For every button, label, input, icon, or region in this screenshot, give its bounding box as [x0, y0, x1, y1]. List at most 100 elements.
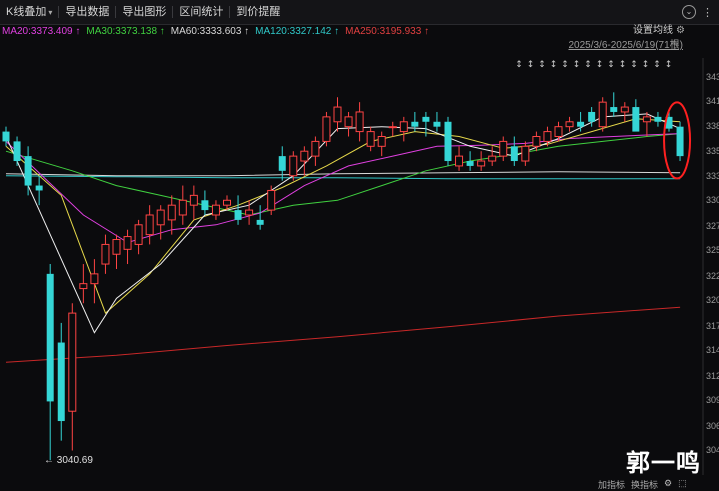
candle-body-down: [632, 107, 640, 132]
candle-body-up: [499, 140, 508, 157]
signal-arrow-icon: ↕: [538, 60, 546, 70]
kline-chart[interactable]: ↕ ↕ ↕ ↕ ↕ ↕ ↕ ↕ ↕ ↕ ↕ ↕ ↕ ↕: [0, 0, 719, 490]
candle-body-down: [466, 161, 474, 166]
candle-body-down: [433, 121, 441, 127]
candle-body-down: [577, 121, 585, 127]
price-tick-label: 330: [706, 195, 719, 206]
candle-body-up: [267, 189, 276, 211]
candle-body-up: [477, 160, 486, 167]
candle-body-up: [388, 126, 397, 129]
watermark-text: 郭一鸣: [626, 449, 701, 477]
candle-body-down: [588, 111, 596, 122]
candle-body-up: [101, 243, 110, 265]
candle-body-up: [145, 214, 154, 236]
signal-arrow-icon: ↕: [527, 60, 535, 70]
ma120-line: [5, 175, 681, 180]
candle-body-down: [654, 116, 662, 122]
price-tick-label: 338: [706, 120, 719, 131]
signal-arrow-icon: ↕: [573, 60, 581, 70]
candle-body-up: [289, 155, 298, 177]
price-tick-label: 327: [706, 220, 719, 231]
candle-body-up: [642, 116, 651, 123]
candle-body-down: [444, 121, 452, 162]
price-tick-label: 335: [706, 146, 719, 157]
signal-arrow-icon: ↕: [653, 60, 661, 70]
price-tick-label: 320: [706, 295, 719, 306]
candle-body-up: [178, 199, 187, 216]
candle-body-up: [598, 101, 607, 128]
ma60-line: [5, 171, 681, 177]
candle-body-up: [521, 145, 530, 162]
price-tick-label: 312: [706, 370, 719, 381]
indicator-bar: 加指标 换指标 ⚙ ⬚: [598, 478, 687, 490]
price-tick-label: 343: [706, 71, 719, 82]
price-tick-label: 309: [706, 395, 719, 406]
candle-body-down: [24, 156, 32, 186]
signal-arrow-icon: ↕: [561, 60, 569, 70]
price-tick-label: 333: [706, 170, 719, 181]
candle-body-up: [322, 116, 331, 142]
ma20-line: [5, 133, 681, 244]
candle-body-down: [256, 219, 264, 225]
candle-body-down: [35, 185, 43, 191]
switch-indicator-button[interactable]: 换指标: [631, 478, 658, 490]
candle-body-up: [532, 135, 541, 147]
candle-body-down: [201, 200, 209, 211]
ma5-line: [5, 113, 681, 334]
add-indicator-button[interactable]: 加指标: [598, 478, 625, 490]
price-tick-label: 341: [706, 96, 719, 107]
candle-body-down: [610, 107, 618, 112]
candle-body-up: [245, 209, 254, 216]
candle-body-down: [278, 156, 286, 171]
candle-body-down: [13, 141, 21, 162]
expand-icon[interactable]: ⬚: [678, 478, 687, 490]
price-tick-label: 322: [706, 270, 719, 281]
candle-body-up: [333, 106, 342, 123]
price-tick-label: 314: [706, 345, 719, 356]
signal-arrow-icon: ↕: [607, 60, 615, 70]
candle-body-up: [488, 155, 497, 162]
price-tick-label: 317: [706, 320, 719, 331]
candle-body-up: [377, 135, 386, 147]
candle-body-up: [90, 273, 99, 285]
signal-arrow-icon: ↕: [584, 60, 592, 70]
candle-body-up: [134, 224, 143, 245]
candle-body-up: [223, 199, 231, 206]
candle-body-up: [355, 111, 364, 133]
candle-body-up: [167, 204, 176, 221]
candle-body-up: [112, 239, 121, 255]
candle-body-up: [79, 283, 88, 290]
ma10-line: [5, 118, 681, 314]
price-tick-label: 325: [706, 245, 719, 256]
candle-body-up: [311, 140, 320, 157]
candle-body-up: [211, 204, 220, 216]
candle-body-down: [676, 126, 684, 157]
candle-body-up: [123, 236, 132, 250]
candle-body-up: [554, 126, 563, 137]
signal-arrow-icon: ↕: [619, 60, 627, 70]
candle-body-up: [156, 209, 165, 226]
candle-body-up: [300, 150, 309, 162]
signal-arrow-icon: ↕: [665, 60, 673, 70]
signal-arrow-icon: ↕: [642, 60, 650, 70]
candle-body-down: [422, 116, 430, 122]
signal-arrow-icon: ↕: [630, 60, 638, 70]
candle-body-down: [510, 146, 518, 162]
signal-arrow-icon: ↕: [596, 60, 604, 70]
gear-icon[interactable]: ⚙: [664, 478, 672, 490]
signal-arrow-icon: ↕: [550, 60, 558, 70]
ma250-line: [5, 306, 681, 363]
signal-arrow-icon: ↕: [515, 60, 523, 70]
candle-body-up: [620, 106, 629, 113]
price-tick-label: 306: [706, 420, 719, 431]
candle-body-down: [2, 131, 10, 142]
candle-body-down: [57, 342, 65, 422]
candle-body-up: [344, 116, 353, 128]
price-tick-label: 304: [706, 445, 719, 456]
ma30-line: [5, 133, 681, 216]
candle-body-up: [565, 121, 574, 128]
candle-body-up: [455, 155, 464, 167]
low-price-label: ← 3040.69: [44, 455, 93, 466]
candle-body-up: [68, 312, 77, 412]
candle-body-up: [399, 121, 408, 133]
